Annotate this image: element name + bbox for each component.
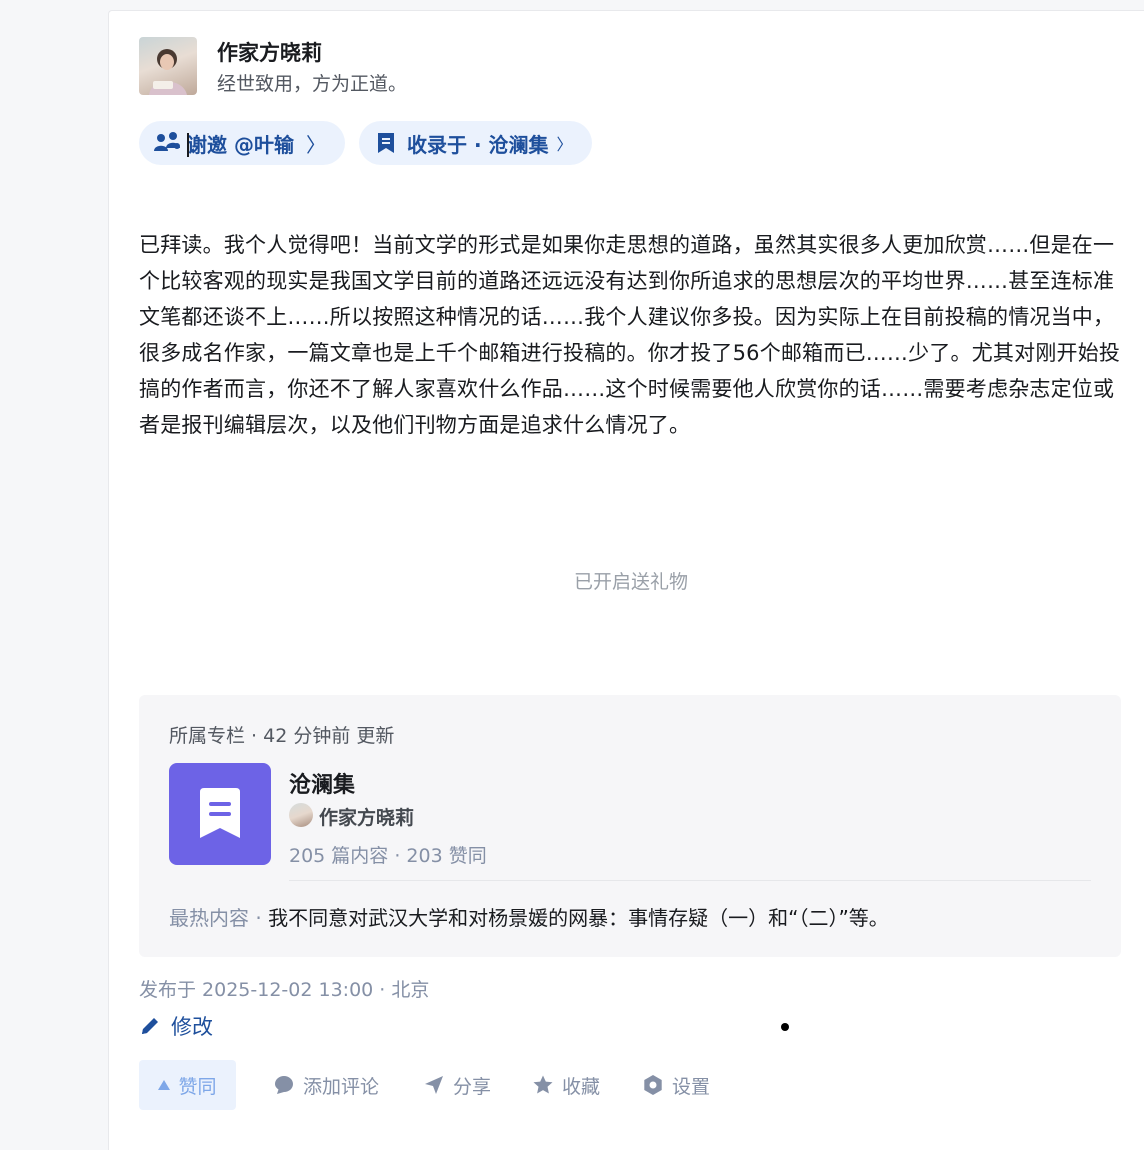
share-label: 分享 [453,1075,492,1098]
collection-label: 收录于 · 沧澜集 [407,132,549,157]
favorite-label: 收藏 [562,1075,601,1098]
text-caret [187,133,189,157]
people-icon [154,132,180,151]
hot-label: 最热内容 · [169,906,269,930]
settings-button[interactable]: 设置 [642,1060,710,1110]
bookmark-icon [378,133,394,153]
share-button[interactable]: 分享 [423,1060,491,1110]
column-author-avatar [289,803,313,827]
author-name[interactable]: 作家方晓莉 [217,37,322,67]
share-icon [425,1076,443,1094]
author-avatar[interactable] [139,37,197,95]
cursor-dot [781,1023,789,1031]
vote-label: 赞同 [178,1075,217,1098]
hot-article-link[interactable]: 我不同意对武汉大学和对杨景媛的网暴：事情存疑（一）和“（二）”等。 [268,906,889,930]
author-bio: 经世致用，方为正道。 [217,73,408,95]
gear-icon [644,1075,662,1095]
edit-button[interactable]: 修改 [139,1011,213,1041]
pencil-icon [142,1018,158,1034]
favorite-button[interactable]: 收藏 [532,1060,600,1110]
invite-pill[interactable]: 谢邀 @叶输 〉 [139,121,345,165]
collection-pill[interactable]: 收录于 · 沧澜集 〉 [359,121,592,165]
comment-icon [275,1076,293,1094]
vote-button[interactable]: 赞同 [139,1060,236,1110]
comment-button[interactable]: 添加评论 [273,1060,379,1110]
invite-label: 谢邀 @叶输 [187,132,294,157]
column-stats: 205 篇内容 · 203 赞同 [289,845,487,867]
column-meta: 所属专栏 · 42 分钟前 更新 [169,725,395,747]
chevron-right-icon: 〉 [305,132,326,157]
settings-label: 设置 [672,1075,711,1098]
column-card[interactable]: 所属专栏 · 42 分钟前 更新 沧澜集 作家方晓莉 205 篇内容 · 203… [139,695,1121,957]
column-logo[interactable] [169,763,271,865]
triangle-up-icon [158,1080,171,1090]
edit-label: 修改 [171,1015,213,1039]
column-name[interactable]: 沧澜集 [289,767,355,799]
answer-card: 作家方晓莉 经世致用，方为正道。 谢邀 @叶输 〉 收录于 · 沧澜集 〉 已拜… [108,10,1144,1150]
bookmark-icon [200,788,240,838]
column-author[interactable]: 作家方晓莉 [319,803,414,830]
answer-body: 已拜读。我个人觉得吧！当前文学的形式是如果你走思想的道路，虽然其实很多人更加欣赏… [139,233,1121,437]
chevron-right-icon: 〉 [556,135,573,154]
star-icon [533,1075,553,1094]
comment-label: 添加评论 [303,1075,380,1098]
publish-info: 发布于 2025-12-02 13:00 · 北京 [139,979,430,1001]
column-hot-content[interactable]: 最热内容 · 我不同意对武汉大学和对杨景媛的网暴：事情存疑（一）和“（二）”等。 [169,902,889,931]
gift-notice: 已开启送礼物 [573,571,688,593]
column-divider [289,880,1091,881]
